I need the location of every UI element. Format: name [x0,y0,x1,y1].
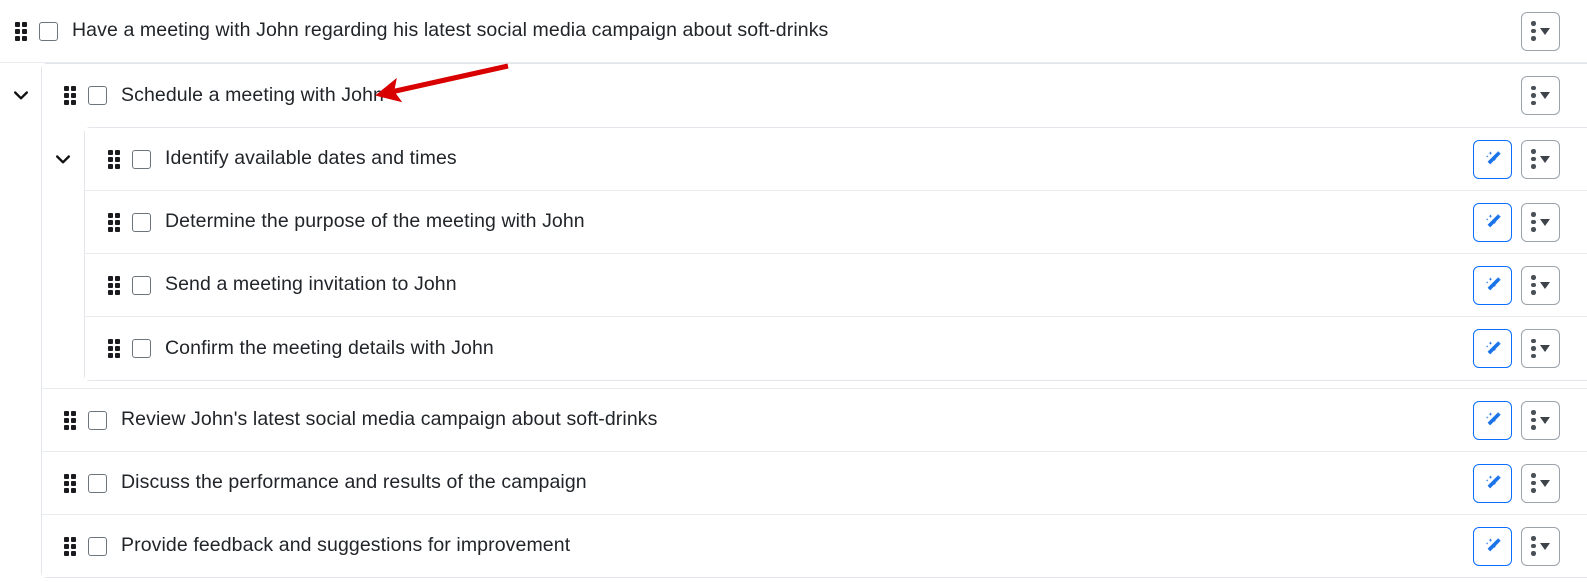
drag-handle-icon[interactable] [107,149,121,169]
magic-wand-button[interactable] [1473,526,1512,566]
row-actions [1521,76,1587,115]
task-menu-button[interactable] [1521,329,1560,368]
checkbox-unchecked-icon[interactable] [88,473,107,493]
task-menu-button[interactable] [1521,202,1560,242]
row-actions [1521,11,1587,51]
task-row[interactable]: Review John's latest social media campai… [42,388,1587,451]
row-actions [1473,329,1587,368]
magic-wand-icon [1485,151,1501,165]
chevron-down-icon [14,90,29,99]
row-actions [1473,463,1587,503]
subtask-group-schedule: Schedule a meeting with John Identify av… [41,63,1587,578]
task-label: Identify available dates and times [165,147,457,170]
checkbox-unchecked-icon[interactable] [132,339,151,358]
drag-handle-icon[interactable] [63,473,77,493]
vertical-dots-icon [1531,212,1550,232]
row-actions [1473,202,1587,242]
task-row[interactable]: Provide feedback and suggestions for imp… [42,514,1587,577]
magic-wand-button[interactable] [1473,463,1512,503]
caret-down-icon [1539,155,1550,163]
row-actions [1473,265,1587,305]
chevron-down-icon [56,154,70,163]
task-label: Review John's latest social media campai… [121,408,658,431]
magic-wand-button[interactable] [1473,400,1512,440]
task-label: Schedule a meeting with John [121,83,384,106]
magic-wand-icon [1485,214,1501,228]
magic-wand-icon [1485,277,1501,291]
magic-wand-button[interactable] [1473,202,1512,242]
task-row[interactable]: Confirm the meeting details with John [85,317,1587,380]
magic-wand-button[interactable] [1473,139,1512,179]
drag-handle-icon[interactable] [107,339,121,359]
checkbox-unchecked-icon[interactable] [39,21,58,41]
caret-down-icon [1539,542,1550,550]
checkbox-unchecked-icon[interactable] [88,86,107,105]
task-label: Determine the purpose of the meeting wit… [165,210,585,233]
task-label: Discuss the performance and results of t… [121,471,587,494]
task-label: Provide feedback and suggestions for imp… [121,534,571,557]
task-checklist-tree: Have a meeting with John regarding his l… [0,0,1587,582]
subtask-group-identify: Identify available dates and times Deter… [84,127,1587,381]
checkbox-unchecked-icon[interactable] [132,275,151,295]
task-label: Confirm the meeting details with John [165,336,494,359]
drag-handle-icon[interactable] [63,536,77,556]
caret-down-icon [1539,345,1550,352]
drag-handle-icon[interactable] [63,86,77,106]
magic-wand-icon [1485,538,1501,552]
row-actions [1473,526,1587,566]
vertical-dots-icon [1531,275,1550,295]
drag-handle-icon[interactable] [63,410,77,430]
expand-toggle-schedule[interactable] [0,63,42,126]
vertical-dots-icon [1531,473,1550,493]
drag-handle-icon[interactable] [107,212,121,232]
task-menu-button[interactable] [1521,526,1560,566]
task-row[interactable]: Have a meeting with John regarding his l… [0,0,1587,63]
task-row[interactable]: Identify available dates and times [85,128,1587,191]
vertical-dots-icon [1531,536,1550,556]
magic-wand-icon [1485,475,1501,489]
vertical-dots-icon [1531,410,1550,430]
expand-toggle-identify[interactable] [42,127,84,190]
row-actions [1473,139,1587,179]
magic-wand-icon [1485,340,1501,354]
caret-down-icon [1539,281,1550,289]
magic-wand-button[interactable] [1473,329,1512,368]
drag-handle-icon[interactable] [14,21,28,41]
caret-down-icon [1539,27,1550,35]
caret-down-icon [1539,92,1550,99]
task-menu-button[interactable] [1521,265,1560,305]
task-label: Send a meeting invitation to John [165,273,457,296]
task-menu-button[interactable] [1521,76,1560,115]
magic-wand-icon [1485,412,1501,426]
checkbox-unchecked-icon[interactable] [132,212,151,232]
vertical-dots-icon [1531,21,1550,41]
task-menu-button[interactable] [1521,139,1560,179]
magic-wand-button[interactable] [1473,265,1512,305]
task-row[interactable]: Determine the purpose of the meeting wit… [85,191,1587,254]
task-menu-button[interactable] [1521,11,1560,51]
drag-handle-icon[interactable] [107,275,121,295]
task-menu-button[interactable] [1521,400,1560,440]
checkbox-unchecked-icon[interactable] [132,149,151,169]
vertical-dots-icon [1531,85,1550,106]
caret-down-icon [1539,218,1550,226]
row-actions [1473,400,1587,440]
task-row[interactable]: Schedule a meeting with John [42,64,1587,127]
task-row[interactable]: Discuss the performance and results of t… [42,451,1587,514]
vertical-dots-icon [1531,338,1550,359]
task-label: Have a meeting with John regarding his l… [72,19,829,42]
checkbox-unchecked-icon[interactable] [88,410,107,430]
task-row[interactable]: Send a meeting invitation to John [85,254,1587,317]
checkbox-unchecked-icon[interactable] [88,536,107,556]
caret-down-icon [1539,479,1550,487]
task-menu-button[interactable] [1521,463,1560,503]
caret-down-icon [1539,416,1550,424]
vertical-dots-icon [1531,149,1550,169]
